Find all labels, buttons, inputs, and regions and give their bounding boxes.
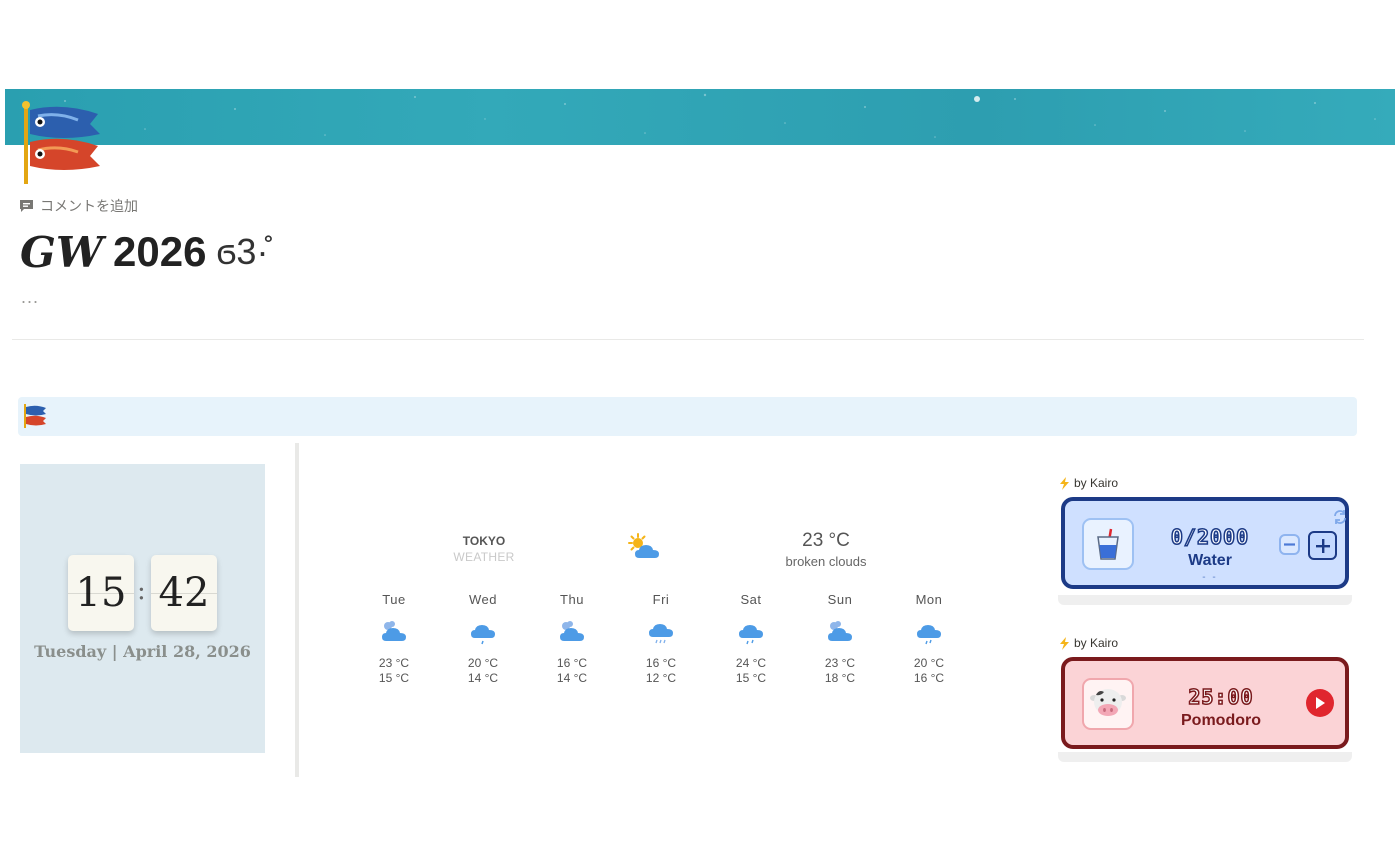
- cloud-icon: [560, 621, 584, 641]
- page-title-kaomoji: ϭ3·̊: [216, 231, 269, 272]
- weather-current-temp: 23 °C: [802, 530, 850, 551]
- water-sub-indicator: - -: [1202, 572, 1218, 583]
- rain-icon: [649, 624, 673, 644]
- forecast-high: 20 °C: [913, 656, 945, 670]
- page-description[interactable]: ...: [21, 287, 39, 308]
- forecast-low: 18 °C: [824, 671, 856, 685]
- forecast-day: Sun 23 °C 18 °C: [810, 592, 870, 686]
- forecast-day-name: Sun: [827, 592, 853, 607]
- koinobori-icon[interactable]: [18, 100, 108, 186]
- cloud-icon: [828, 621, 852, 641]
- page-cover-image[interactable]: [5, 89, 1395, 145]
- forecast-low: 14 °C: [467, 671, 499, 685]
- forecast-day-name: Wed: [469, 592, 497, 607]
- column-divider[interactable]: [295, 443, 299, 777]
- page-title[interactable]: GW 2026 ϭ3·̊: [20, 226, 268, 278]
- water-increase-button[interactable]: [1308, 531, 1337, 560]
- pomodoro-label: Pomodoro: [1181, 712, 1261, 729]
- clock-minutes-card: 42: [151, 555, 217, 631]
- forecast-day: Wed 20 °C 14 °C: [453, 592, 513, 686]
- weather-city: TOKYO: [462, 534, 506, 548]
- forecast-low: 15 °C: [378, 671, 410, 685]
- forecast-high: 20 °C: [467, 656, 499, 670]
- page-title-year: 2026: [113, 228, 207, 275]
- clock-separator: :: [137, 576, 146, 606]
- forecast-high: 23 °C: [824, 656, 856, 670]
- callout-block[interactable]: [18, 397, 1357, 436]
- forecast-day: Sat 24 °C 15 °C: [721, 592, 781, 686]
- pomodoro-start-button[interactable]: [1306, 689, 1334, 717]
- widget-shadow: [1058, 752, 1352, 762]
- lightning-icon: [1060, 476, 1069, 490]
- forecast-high: 16 °C: [556, 656, 588, 670]
- water-glass-icon: [1082, 518, 1134, 570]
- cover-speckle-texture: [64, 93, 1376, 138]
- forecast-day-name: Sat: [740, 592, 762, 607]
- water-decrease-button[interactable]: [1279, 534, 1300, 555]
- flip-clock-widget[interactable]: 15 : 42 Tuesday | April 28, 2026: [20, 464, 265, 753]
- forecast-high: 24 °C: [735, 656, 767, 670]
- cow-icon: [1082, 678, 1134, 730]
- forecast-high: 16 °C: [645, 656, 677, 670]
- byline-label: by Kairo: [1074, 636, 1119, 650]
- koinobori-icon: [24, 404, 46, 428]
- widget-shadow: [1058, 595, 1352, 605]
- forecast-low: 15 °C: [735, 671, 767, 685]
- sun-behind-cloud-icon: [626, 532, 664, 562]
- pomodoro-widget-byline[interactable]: by Kairo: [1059, 636, 1118, 650]
- cloud-icon: [382, 621, 406, 641]
- rain-icon: [471, 625, 495, 645]
- weather-description: broken clouds: [785, 554, 867, 569]
- clock-date: Tuesday | April 28, 2026: [34, 642, 251, 661]
- play-icon: [1316, 697, 1325, 709]
- forecast-day: Tue 23 °C 15 °C: [364, 592, 424, 686]
- divider: [12, 339, 1364, 340]
- forecast-day-name: Fri: [652, 592, 670, 607]
- plus-icon: [1315, 538, 1330, 553]
- comment-icon: [20, 200, 33, 212]
- weather-label: WEATHER: [453, 550, 515, 564]
- forecast-day-name: Mon: [915, 592, 943, 607]
- forecast-day: Thu 16 °C 14 °C: [542, 592, 602, 686]
- byline-label: by Kairo: [1074, 476, 1119, 490]
- lightning-icon: [1060, 636, 1069, 650]
- refresh-icon: [1334, 510, 1346, 524]
- water-label: Water: [1188, 552, 1232, 569]
- forecast-day: Mon 20 °C 16 °C: [899, 592, 959, 686]
- pomodoro-time-value: 25:00: [1188, 684, 1254, 710]
- forecast-low: 12 °C: [645, 671, 677, 685]
- water-reset-button[interactable]: [1331, 508, 1349, 526]
- water-widget-byline[interactable]: by Kairo: [1059, 476, 1118, 490]
- forecast-low: 14 °C: [556, 671, 588, 685]
- forecast-day: Fri 16 °C 12 °C: [631, 592, 691, 686]
- add-comment-label: コメントを追加: [40, 198, 138, 214]
- add-comment-button[interactable]: コメントを追加: [19, 197, 138, 215]
- forecast-high: 23 °C: [378, 656, 410, 670]
- rain-icon: [739, 625, 763, 645]
- minus-icon: [1284, 543, 1295, 546]
- water-tracker-widget[interactable]: 0/2000 Water - -: [1061, 497, 1349, 589]
- pomodoro-timer-widget[interactable]: 25:00 Pomodoro: [1061, 657, 1349, 749]
- forecast-day-name: Thu: [560, 592, 584, 607]
- water-progress-value: 0/2000: [1170, 524, 1250, 550]
- forecast-day-name: Tue: [382, 592, 406, 607]
- clock-hours-card: 15: [68, 555, 134, 631]
- rain-icon: [917, 625, 941, 645]
- forecast-low: 16 °C: [913, 671, 945, 685]
- page-title-gw: GW: [20, 227, 104, 277]
